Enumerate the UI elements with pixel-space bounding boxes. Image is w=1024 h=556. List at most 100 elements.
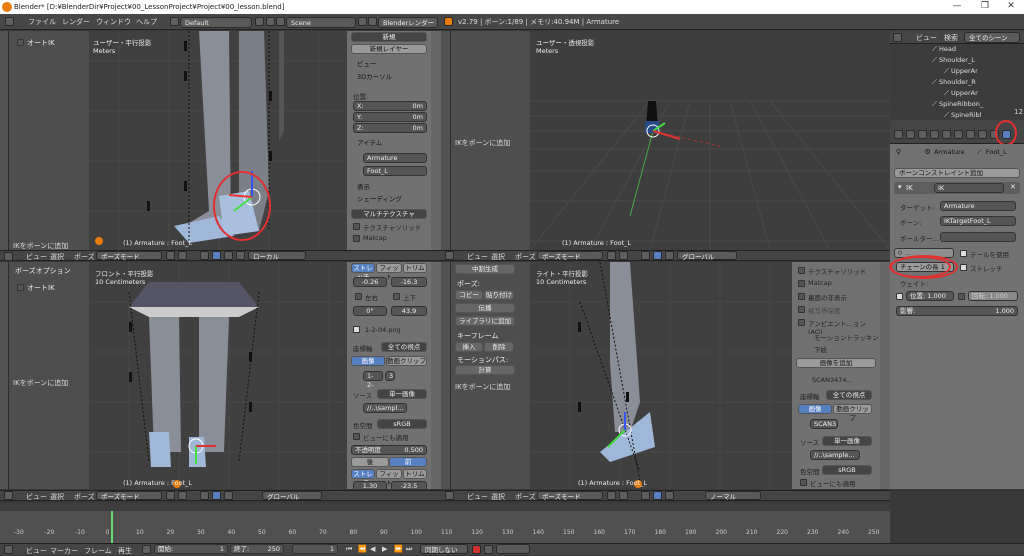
render-tab-icon[interactable] [906,130,915,139]
editor-type-icon[interactable] [4,252,13,261]
object-tab-icon[interactable] [954,130,963,139]
mode-select[interactable]: ポーズモード [537,251,603,261]
translate-icon[interactable] [212,491,221,500]
colorspace-select[interactable]: sRGB [377,419,427,429]
close-button[interactable]: ✕ [998,0,1024,14]
current-frame-field[interactable]: 1 [292,544,338,554]
viewport-top-left[interactable]: ユーザー・平行投影 Meters (1) Armature : Foot_L [89,31,347,250]
viewport-bottom-left[interactable]: フロント・平行投影 10 Centimeters (1) Armature : … [89,262,347,489]
texture-solid-checkbox[interactable] [353,223,360,230]
interpolate-button[interactable]: 中割生成 [455,264,515,274]
menu-pose[interactable]: ポーズ [74,492,95,502]
subtarget-field[interactable]: IKTargetFoot_L [940,216,1016,226]
manipulator-icon[interactable] [641,251,650,260]
timeline-area[interactable]: -30 -20 -10 0 10 20 30 40 50 60 70 80 90 100 110 120 130… [0,503,890,543]
manipulator-icon[interactable] [641,491,650,500]
use-position-checkbox[interactable] [896,293,903,300]
offset-x-field[interactable]: -0.26 [353,277,387,287]
dof-checkbox[interactable] [798,306,805,313]
outliner-item-head[interactable]: ⟋ Head [930,44,956,55]
menu-view[interactable]: ビュー [26,492,47,502]
pivot-icon[interactable] [178,251,187,260]
preview-range-icon[interactable] [142,545,151,554]
front-button[interactable]: 前 [389,457,427,467]
mode-select[interactable]: ポーズモード [96,491,162,501]
sync-mode-select[interactable]: 同期しない [420,544,468,554]
view-as-render-checkbox[interactable] [353,433,360,440]
menu-view[interactable]: ビュー [467,492,488,502]
matcap-checkbox[interactable] [353,235,360,242]
orientation-select[interactable]: ローカル [248,251,306,261]
movie-clip-button[interactable]: 動画クリップ [386,356,427,366]
pin-icon[interactable]: ⚲ [894,148,903,157]
menu-help[interactable]: ヘルプ [136,14,157,30]
editor-type-icon[interactable] [4,491,13,500]
trim-button-2[interactable]: トリム [403,469,427,479]
movie-clip-button[interactable]: 動画クリップ [833,404,872,422]
minimize-button[interactable]: — [944,0,970,14]
stretch-button[interactable]: ストレッチ [351,263,375,281]
menu-pose[interactable]: ポーズ [515,492,536,502]
texture-solid-checkbox[interactable] [798,267,805,274]
use-tail-checkbox[interactable] [960,250,967,257]
new-button[interactable]: 新規 [351,32,427,42]
menu-window[interactable]: ウィンドウ [96,14,131,30]
orientation-select[interactable]: ノーマル [705,491,761,501]
pole-target-field[interactable] [940,232,1016,242]
offset-y2-field[interactable]: -23.5 [391,481,427,489]
auto-ik-checkbox[interactable] [17,284,24,291]
next-key-icon[interactable]: ⏩ [394,545,403,553]
opacity-field[interactable]: 不透明度 0.500 [351,445,427,455]
scrollbar-bottom[interactable] [431,262,441,489]
rotation-field[interactable]: 0° [353,306,387,316]
auto-ik-checkbox[interactable] [17,39,24,46]
collapse-icon[interactable]: ▾ [898,183,902,191]
scrollbar-br[interactable] [880,262,890,489]
new-layer-button[interactable]: 新規レイヤー [351,44,427,54]
scrollbar-top[interactable] [431,31,441,250]
offset-x2-field[interactable]: 1.30 [353,481,387,489]
multitexture-select[interactable]: マルチテクスチャ [351,209,427,219]
back-button[interactable]: 後 [351,457,389,467]
menu-pose[interactable]: ポーズ [515,252,536,262]
frame-start-field[interactable]: 開始: 1 [154,544,228,554]
pose-options-title[interactable]: ボーズオプション [15,266,71,276]
trim-button[interactable]: トリム [403,263,427,273]
remove-layout-icon[interactable] [266,17,275,26]
outliner-item-shoulder-r[interactable]: ⟋ Shoulder_R [930,77,976,88]
outliner-item-spineribbon[interactable]: ⟋ SpineRibbon_ [930,99,983,110]
pivot-icon[interactable] [178,491,187,500]
size-field[interactable]: 43.9 [391,306,427,316]
filepath-field[interactable]: //..\sampl... [363,403,407,413]
manipulator-icon[interactable] [200,491,209,500]
world-tab-icon[interactable] [942,130,951,139]
menu-select[interactable]: 選択 [50,252,64,262]
bg-image-row[interactable]: 1-2-04.png [351,324,427,336]
add-scene-icon[interactable] [358,17,367,26]
shading-icon[interactable] [607,251,616,260]
menu-select[interactable]: 選択 [491,252,505,262]
menu-render[interactable]: レンダー [62,14,90,30]
rotate-icon[interactable] [224,251,233,260]
influence-field[interactable]: 影響: 1.000 [896,306,1018,316]
colorspace-select[interactable]: sRGB [822,465,872,475]
menu-file[interactable]: ファイル [28,14,56,30]
cursor-y-field[interactable]: Y: 0m [353,112,427,122]
translate-icon[interactable] [653,251,662,260]
propagate-button[interactable]: 伝播 [455,303,515,313]
delete-key-button[interactable]: 削除 [484,342,514,352]
outliner-menu-search[interactable]: 検索 [944,33,958,43]
scene-select[interactable]: Scene [286,17,356,28]
mode-select[interactable]: ポーズモード [96,251,162,261]
add-layout-icon[interactable] [255,17,264,26]
scene-tab-icon[interactable] [930,130,939,139]
motion-tracking-label[interactable]: モーショントラッキン [814,332,879,342]
prev-key-icon[interactable]: ⏪ [358,545,367,553]
data-tab-icon[interactable] [978,130,987,139]
fit-button-2[interactable]: フィット [376,469,402,487]
editor-type-icon[interactable] [445,251,454,260]
outliner-menu-view[interactable]: ビュー [916,33,937,43]
image-datablock[interactable]: 1-2- [363,371,383,389]
add-bone-constraint-select[interactable]: ボーンコンストレイント追加 [894,168,1020,178]
scene-icon[interactable] [276,17,285,26]
